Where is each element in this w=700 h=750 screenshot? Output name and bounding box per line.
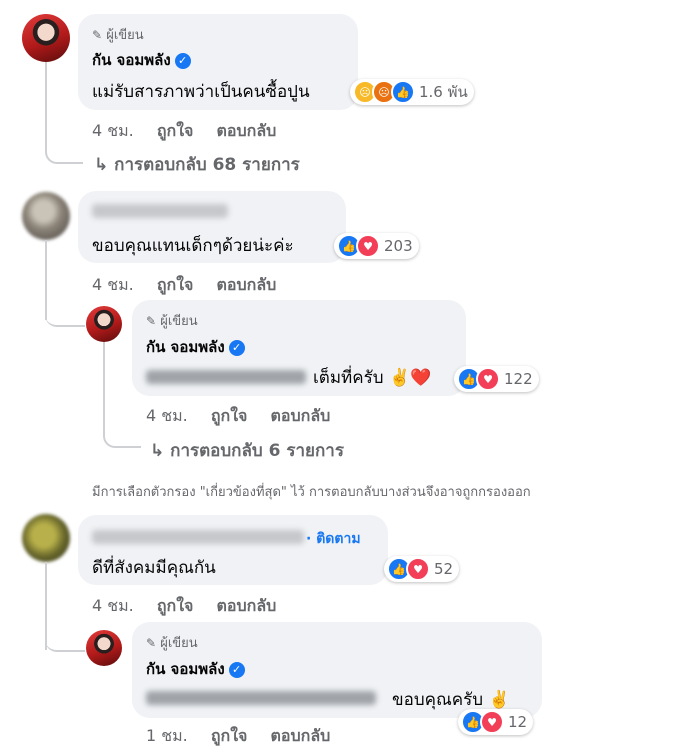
love-reaction-icon: ♥ bbox=[480, 710, 504, 734]
commenter-name-blurred[interactable] bbox=[92, 204, 228, 218]
avatar[interactable] bbox=[22, 514, 70, 562]
verified-icon: ✓ bbox=[228, 661, 245, 678]
like-reaction-icon: 👍 bbox=[391, 80, 415, 104]
comment-actions: 4 ชม. ถูกใจ ตอบกลับ bbox=[92, 119, 276, 144]
reaction-summary[interactable]: 👍 ♥ 203 bbox=[334, 233, 419, 259]
mentioned-user-blurred[interactable] bbox=[146, 370, 306, 384]
verified-icon: ✓ bbox=[228, 339, 245, 356]
filter-note: มีการเลือกตัวกรอง "เกี่ยวข้องที่สุด" ไว้… bbox=[92, 485, 531, 500]
comment-actions: 4 ชม. ถูกใจ ตอบกลับ bbox=[92, 273, 276, 298]
comment-text: ขอบคุณแทนเด็กๆด้วยน่ะค่ะ bbox=[92, 236, 294, 256]
reaction-count: 52 bbox=[434, 560, 454, 578]
reply-button[interactable]: ตอบกลับ bbox=[217, 275, 277, 294]
reaction-count: 122 bbox=[504, 370, 533, 388]
pencil-icon: ✎ bbox=[146, 314, 157, 328]
author-tag: ✎ ผู้เขียน bbox=[146, 314, 198, 329]
pencil-icon: ✎ bbox=[92, 28, 103, 42]
like-button[interactable]: ถูกใจ bbox=[157, 121, 194, 140]
comment-text: เต็มที่ครับ ✌️❤️ bbox=[313, 368, 432, 388]
love-reaction-icon: ♥ bbox=[406, 557, 430, 581]
like-button[interactable]: ถูกใจ bbox=[211, 726, 248, 745]
comment-text: ดีที่สังคมมีคุณกัน bbox=[92, 558, 216, 578]
comment-actions: 4 ชม. ถูกใจ ตอบกลับ bbox=[146, 404, 330, 429]
timestamp[interactable]: 4 ชม. bbox=[92, 596, 134, 615]
reaction-summary[interactable]: 👍 ♥ 12 bbox=[458, 709, 534, 735]
avatar[interactable] bbox=[22, 14, 70, 62]
reaction-summary[interactable]: 👍 ♥ 52 bbox=[384, 556, 460, 582]
reaction-count: 203 bbox=[384, 237, 413, 255]
avatar[interactable] bbox=[22, 192, 70, 240]
timestamp[interactable]: 1 ชม. bbox=[146, 726, 188, 745]
view-replies-link[interactable]: ↳ การตอบกลับ 68 รายการ bbox=[94, 151, 300, 178]
comment-text: แม่รับสารภาพว่าเป็นคนซื้อปูน bbox=[92, 82, 310, 102]
reaction-count: 1.6 พัน bbox=[419, 83, 468, 101]
reply-arrow-icon: ↳ bbox=[150, 441, 165, 461]
reply-button[interactable]: ตอบกลับ bbox=[217, 121, 277, 140]
reply-button[interactable]: ตอบกลับ bbox=[271, 726, 331, 745]
reply-arrow-icon: ↳ bbox=[94, 155, 109, 175]
like-button[interactable]: ถูกใจ bbox=[157, 275, 194, 294]
mentioned-user-blurred[interactable] bbox=[146, 691, 376, 705]
pencil-icon: ✎ bbox=[146, 636, 157, 650]
verified-icon: ✓ bbox=[174, 52, 191, 69]
love-reaction-icon: ♥ bbox=[356, 234, 380, 258]
reply-button[interactable]: ตอบกลับ bbox=[271, 406, 331, 425]
thread-line bbox=[45, 295, 85, 327]
comment-actions: 4 ชม. ถูกใจ ตอบกลับ bbox=[92, 594, 276, 619]
like-button[interactable]: ถูกใจ bbox=[157, 596, 194, 615]
commenter-name[interactable]: กัน จอมพลัง ✓ bbox=[92, 48, 191, 72]
timestamp[interactable]: 4 ชม. bbox=[92, 121, 134, 140]
reaction-count: 12 bbox=[508, 713, 528, 731]
commenter-name[interactable]: กัน จอมพลัง ✓ bbox=[146, 335, 245, 359]
timestamp[interactable]: 4 ชม. bbox=[92, 275, 134, 294]
avatar[interactable] bbox=[86, 630, 122, 666]
view-replies-link[interactable]: ↳ การตอบกลับ 6 รายการ bbox=[150, 437, 344, 464]
timestamp[interactable]: 4 ชม. bbox=[146, 406, 188, 425]
commenter-name-blurred[interactable] bbox=[92, 530, 304, 544]
reply-button[interactable]: ตอบกลับ bbox=[217, 596, 277, 615]
like-button[interactable]: ถูกใจ bbox=[211, 406, 248, 425]
avatar[interactable] bbox=[86, 306, 122, 342]
comment-actions: 1 ชม. ถูกใจ ตอบกลับ bbox=[146, 724, 330, 749]
author-tag: ✎ ผู้เขียน bbox=[146, 636, 198, 651]
author-tag: ✎ ผู้เขียน bbox=[92, 28, 144, 43]
reaction-summary[interactable]: 👍 ♥ 122 bbox=[454, 366, 539, 392]
love-reaction-icon: ♥ bbox=[476, 367, 500, 391]
reaction-summary[interactable]: ☹ ☹ 👍 1.6 พัน bbox=[350, 79, 474, 105]
follow-button[interactable]: · ติดตาม bbox=[306, 528, 361, 550]
thread-line bbox=[45, 620, 85, 652]
commenter-name[interactable]: กัน จอมพลัง ✓ bbox=[146, 657, 245, 681]
